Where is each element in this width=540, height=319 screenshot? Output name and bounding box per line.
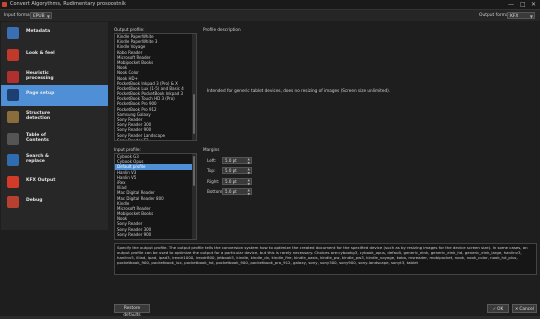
sidebar-item-label: Structure detection [26,111,51,121]
structure-detection-icon [7,111,19,123]
sidebar-item-label: Debug [26,198,43,203]
format-bar: Input format: EPUB ▼ Output format: KFX … [0,10,540,21]
minimize-button[interactable]: — [508,1,514,8]
help-text-box: Specify the output profile. The output p… [114,243,537,275]
table-of-contents-icon [7,133,19,145]
margin-left-value: 5.0 pt [225,158,237,163]
heuristic-processing-icon [7,71,19,83]
ok-button[interactable]: ✓OK [487,304,509,313]
input-profile-scrollbar[interactable] [192,154,196,239]
margin-top-value: 5.0 pt [225,168,237,173]
margin-right-value: 5.0 pt [225,179,237,184]
kfx-output-icon [7,176,19,188]
search-replace-icon [7,154,19,166]
spinner-arrows-icon[interactable]: ▲ ▼ [248,157,250,165]
spinner-arrows-icon[interactable]: ▲ ▼ [248,178,250,186]
debug-icon [7,196,19,208]
cancel-button[interactable]: ✕Cancel [512,304,537,313]
margin-right-input[interactable]: 5.0 pt ▲ ▼ [222,178,252,186]
cancel-icon: ✕ [515,306,519,311]
margin-left-input[interactable]: 5.0 pt ▲ ▼ [222,157,252,165]
metadata-icon [7,27,19,39]
sidebar-item-page-setup[interactable]: Page setup [1,85,108,106]
output-profile-list[interactable]: Kindle PaperWhite Kindle PaperWhite 3 Kind… [114,33,197,141]
sidebar-item-label: Search & replace [26,154,49,164]
maximize-button[interactable]: □ [520,1,526,8]
restore-defaults-label: Restore defaults [123,306,141,318]
output-profile-list-item[interactable]: Sony Reader T3 [115,138,196,140]
sidebar-item-label: Look & feel [26,51,55,56]
sidebar-item-table-of-contents[interactable]: Table of Contents [1,129,108,150]
margins-label: Margins [203,147,220,152]
input-format-value: EPUB [33,14,45,19]
sidebar-item-search-replace[interactable]: Search & replace [1,150,108,171]
title-bar: Convert Algorythms, Rudimentary prosoost… [0,0,540,10]
sidebar-item-look-and-feel[interactable]: Look & feel [1,45,108,66]
output-format-value: KFX [510,14,519,19]
sidebar-item-label: Heuristic processing [26,71,54,81]
close-button[interactable]: ✕ [531,1,536,8]
spinner-arrows-icon[interactable]: ▲ ▼ [248,167,250,175]
app-icon [2,2,7,7]
sidebar-item-label: Table of Contents [26,133,49,143]
margin-top-input[interactable]: 5.0 pt ▲ ▼ [222,167,252,175]
window-title: Convert Algorythms, Rudimentary prosoost… [10,1,126,7]
output-profile-label: Output profile: [114,27,145,32]
sidebar-item-debug[interactable]: Debug [1,192,108,213]
input-profile-list[interactable]: Cybook G3 Cybook Opus Default profile Hanli… [114,153,197,240]
sidebar: Metadata Look & feel Heuristic processin… [1,22,108,230]
check-icon: ✓ [492,306,497,311]
input-format-label: Input format: [4,13,33,18]
sidebar-item-kfx-output[interactable]: KFX Output [1,172,108,193]
cancel-label: Cancel [519,307,534,312]
sidebar-item-label: Metadata [26,29,51,34]
margin-left-label: Left: [207,158,217,163]
page-setup-icon [7,89,19,101]
profile-description-text: Intended for generic tablet devices, doe… [207,88,391,93]
spinner-arrows-icon[interactable]: ▲ ▼ [248,188,250,196]
input-format-select[interactable]: EPUB ▼ [30,12,52,19]
margin-top-label: Top: [207,168,216,173]
profile-description-label: Profile description [203,27,241,32]
sidebar-item-label: KFX Output [26,178,56,183]
convert-dialog: Convert Algorythms, Rudimentary prosoost… [0,0,540,318]
input-profile-label: Input profile: [114,147,141,152]
output-format-select[interactable]: KFX ▼ [507,12,535,19]
ok-label: OK [497,307,504,312]
output-profile-scrollbar[interactable] [192,34,196,140]
sidebar-item-structure-detection[interactable]: Structure detection [1,107,108,128]
chevron-down-icon: ▼ [46,14,50,19]
sidebar-item-label: Page setup [26,91,55,96]
sidebar-item-metadata[interactable]: Metadata [1,23,108,44]
margin-right-label: Right: [207,179,220,184]
restore-defaults-button[interactable]: Restore defaults [114,304,150,318]
input-profile-list-item[interactable]: Sony Reader 900 [115,232,196,237]
look-and-feel-icon [7,49,19,61]
margin-bottom-input[interactable]: 5.0 pt ▲ ▼ [222,188,252,196]
margin-bottom-value: 5.0 pt [225,189,237,194]
chevron-down-icon: ▼ [529,14,533,19]
